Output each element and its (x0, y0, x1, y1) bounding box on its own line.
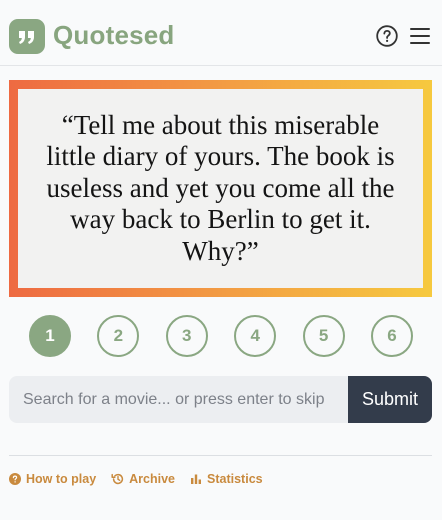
movie-search-input[interactable] (9, 376, 348, 423)
search-bar: Submit (9, 376, 432, 423)
app: Quotesed “Tell me about this miserable l… (0, 0, 442, 520)
statistics-label: Statistics (207, 472, 263, 486)
statistics-link[interactable]: Statistics (190, 472, 263, 486)
guess-circle-5[interactable]: 5 (302, 315, 345, 357)
guess-circle-2[interactable]: 2 (97, 315, 140, 357)
divider (9, 455, 432, 456)
question-circle-icon[interactable] (376, 25, 398, 47)
history-icon (111, 473, 124, 485)
quote-card: “Tell me about this miserable little dia… (9, 80, 432, 297)
submit-button[interactable]: Submit (348, 376, 432, 423)
how-to-play-link[interactable]: How to play (9, 472, 96, 486)
app-title[interactable]: Quotesed (53, 20, 175, 51)
guess-circle-6[interactable]: 6 (370, 315, 413, 357)
guess-circle-3[interactable]: 3 (165, 315, 208, 357)
how-to-play-label: How to play (26, 472, 97, 486)
archive-link[interactable]: Archive (111, 472, 175, 486)
quote-marks-icon[interactable] (9, 19, 45, 54)
header: Quotesed (0, 0, 442, 66)
archive-label: Archive (129, 472, 176, 486)
question-circle-icon (9, 473, 21, 485)
guess-indicators: 1 2 3 4 5 6 (29, 315, 413, 357)
footer-links: How to play Archive Statistics (9, 471, 263, 487)
guess-circle-4[interactable]: 4 (234, 315, 277, 357)
quote-text: “Tell me about this miserable little dia… (46, 109, 395, 266)
quote-card-inner: “Tell me about this miserable little dia… (18, 89, 423, 288)
bar-chart-icon (190, 473, 202, 485)
guess-circle-1[interactable]: 1 (29, 315, 71, 357)
hamburger-menu-icon[interactable] (410, 27, 430, 45)
